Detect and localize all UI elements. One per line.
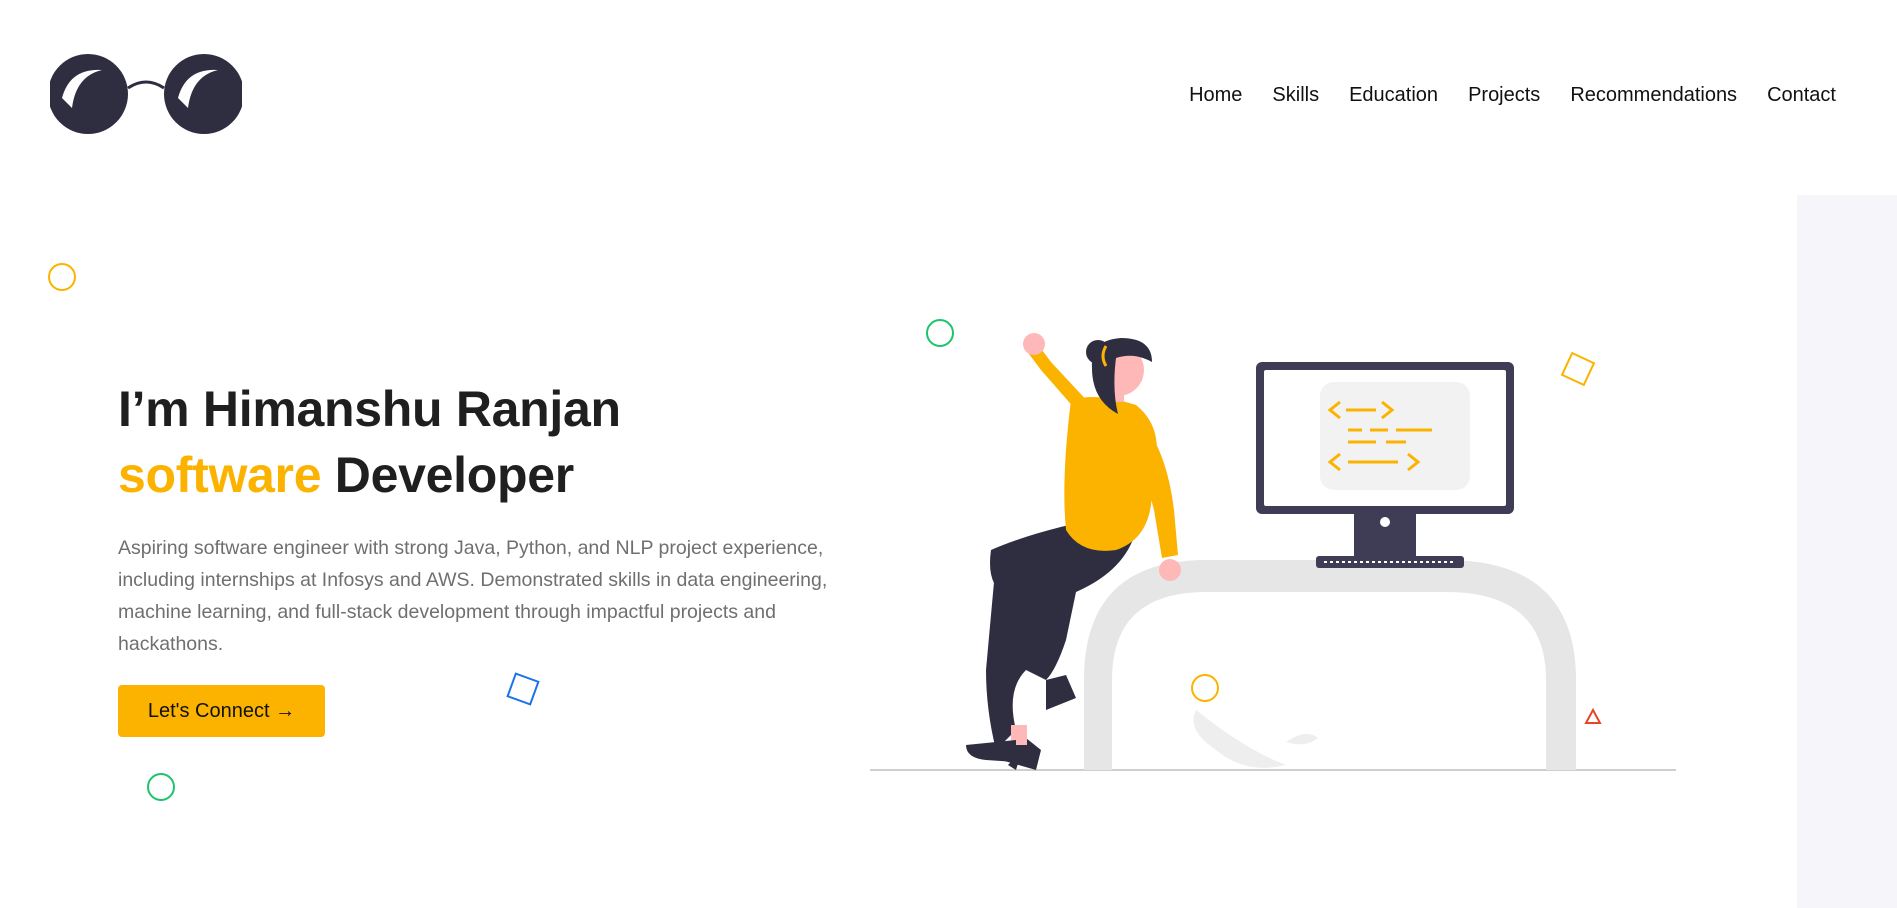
- hero-description: Aspiring software engineer with strong J…: [118, 537, 828, 655]
- developer-at-desk-illustration: [870, 333, 1676, 771]
- blue-diamond-decoration: [506, 672, 540, 706]
- main-nav: Home Skills Education Projects Recommend…: [1159, 84, 1836, 107]
- side-panel: [1797, 195, 1897, 908]
- green-circle-decoration-bottom: [147, 773, 175, 801]
- hero-role-rest: Developer: [321, 447, 574, 503]
- hero-title: I’m Himanshu Ranjan software Developer: [118, 376, 621, 508]
- hero-role-accent: software: [118, 447, 322, 503]
- nav-home[interactable]: Home: [1189, 84, 1242, 107]
- yellow-circle-decoration: [48, 263, 76, 291]
- nav-recommendations[interactable]: Recommendations: [1570, 84, 1737, 107]
- nav-skills[interactable]: Skills: [1272, 84, 1319, 107]
- hero-greeting: I’m Himanshu Ranjan: [118, 381, 621, 437]
- lets-connect-button[interactable]: Let's Connect →: [118, 685, 325, 737]
- nav-education[interactable]: Education: [1349, 84, 1438, 107]
- nav-projects[interactable]: Projects: [1468, 84, 1540, 107]
- glasses-logo-icon[interactable]: [50, 52, 242, 136]
- nav-contact[interactable]: Contact: [1767, 84, 1836, 107]
